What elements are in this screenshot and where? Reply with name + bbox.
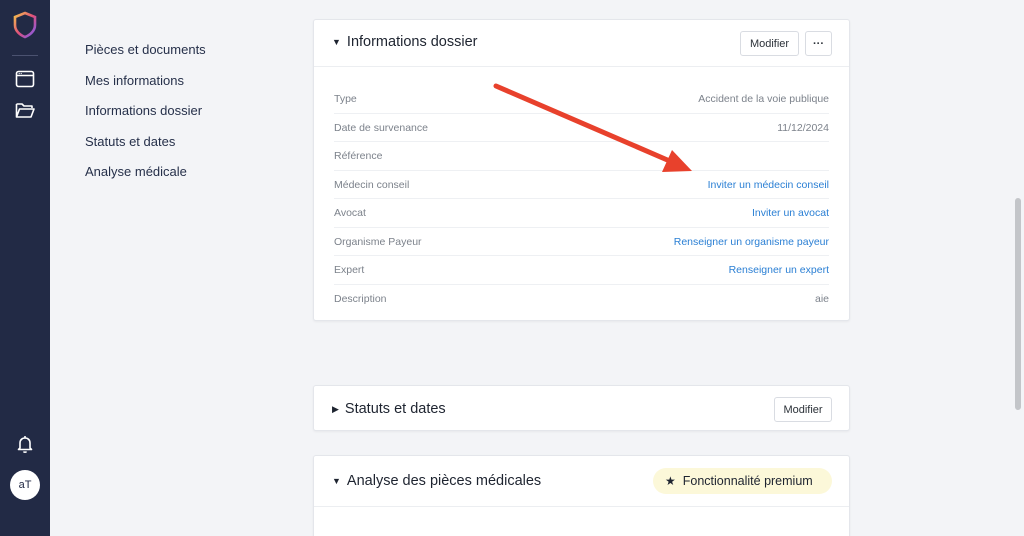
row-label: Description bbox=[334, 292, 387, 305]
shield-logo-icon[interactable] bbox=[12, 11, 38, 39]
row-label: Date de survenance bbox=[334, 121, 428, 134]
set-organisme-payeur-link[interactable]: Renseigner un organisme payeur bbox=[674, 236, 829, 248]
sidebar-divider bbox=[12, 55, 38, 56]
nav-item-statuts-dates[interactable]: Statuts et dates bbox=[85, 134, 206, 165]
caret-right-icon: ▶ bbox=[332, 403, 339, 414]
invite-medecin-conseil-link[interactable]: Inviter un médecin conseil bbox=[708, 179, 829, 191]
info-row-description: Description aie bbox=[334, 285, 829, 314]
info-row-reference: Référence bbox=[334, 142, 829, 171]
card-title-toggle[interactable]: ▼ Informations dossier bbox=[332, 34, 477, 50]
statuts-dates-card: ▶ Statuts et dates Modifier bbox=[313, 385, 850, 431]
row-label: Référence bbox=[334, 150, 383, 162]
card-title: Statuts et dates bbox=[344, 401, 446, 417]
info-dossier-card: ▼ Informations dossier Modifier ··· Type… bbox=[313, 19, 850, 321]
card-title: Analyse des pièces médicales bbox=[346, 473, 542, 489]
row-label: Expert bbox=[334, 264, 365, 276]
sparkle-star-icon: ★ bbox=[665, 474, 676, 488]
card-title-toggle[interactable]: ▶ Statuts et dates bbox=[332, 401, 446, 417]
row-value: aie bbox=[814, 292, 829, 305]
premium-label: Fonctionnalité premium bbox=[682, 474, 813, 488]
app-sidebar: aT bbox=[0, 0, 50, 536]
user-avatar[interactable]: aT bbox=[10, 470, 40, 500]
invite-avocat-link[interactable]: Inviter un avocat bbox=[752, 207, 829, 219]
caret-down-icon: ▼ bbox=[332, 37, 341, 47]
info-row-avocat: Avocat Inviter un avocat bbox=[334, 199, 829, 228]
header-divider bbox=[314, 66, 849, 67]
row-label: Avocat bbox=[334, 207, 366, 219]
nav-item-mes-informations[interactable]: Mes informations bbox=[85, 73, 206, 104]
scrollbar-thumb[interactable] bbox=[1015, 198, 1021, 410]
card-title-toggle[interactable]: ▼ Analyse des pièces médicales bbox=[332, 473, 541, 489]
row-label: Médecin conseil bbox=[334, 178, 410, 191]
info-row-date: Date de survenance 11/12/2024 bbox=[334, 114, 829, 142]
premium-badge: ★ Fonctionnalité premium bbox=[653, 468, 832, 494]
modify-button[interactable]: Modifier bbox=[774, 397, 832, 422]
info-row-medecin-conseil: Médecin conseil Inviter un médecin conse… bbox=[334, 171, 829, 199]
row-value: 11/12/2024 bbox=[777, 121, 829, 134]
analyse-pieces-card: ▼ Analyse des pièces médicales ★ Fonctio… bbox=[313, 455, 850, 536]
info-row-organisme-payeur: Organisme Payeur Renseigner un organisme… bbox=[334, 228, 829, 256]
more-options-button[interactable]: ··· bbox=[805, 31, 832, 56]
card-title: Informations dossier bbox=[346, 34, 478, 50]
row-label: Type bbox=[334, 93, 357, 105]
nav-item-pieces-documents[interactable]: Pièces et documents bbox=[85, 42, 206, 73]
nav-item-informations-dossier[interactable]: Informations dossier bbox=[85, 103, 206, 134]
info-rows: Type Accident de la voie publique Date d… bbox=[334, 85, 829, 313]
modify-button[interactable]: Modifier bbox=[740, 31, 799, 56]
card-header: ▼ Informations dossier Modifier ··· bbox=[314, 20, 849, 66]
window-icon[interactable] bbox=[14, 68, 36, 90]
nav-item-analyse-medicale[interactable]: Analyse médicale bbox=[85, 164, 206, 195]
header-divider bbox=[314, 506, 849, 507]
caret-down-icon: ▼ bbox=[332, 476, 341, 486]
info-row-expert: Expert Renseigner un expert bbox=[334, 256, 829, 285]
set-expert-link[interactable]: Renseigner un expert bbox=[729, 264, 829, 276]
section-nav: Pièces et documents Mes informations Inf… bbox=[85, 42, 206, 195]
folder-icon[interactable] bbox=[14, 99, 36, 121]
info-row-type: Type Accident de la voie publique bbox=[334, 85, 829, 114]
row-value: Accident de la voie publique bbox=[698, 93, 829, 105]
row-label: Organisme Payeur bbox=[334, 235, 422, 248]
bell-icon[interactable] bbox=[14, 433, 36, 455]
